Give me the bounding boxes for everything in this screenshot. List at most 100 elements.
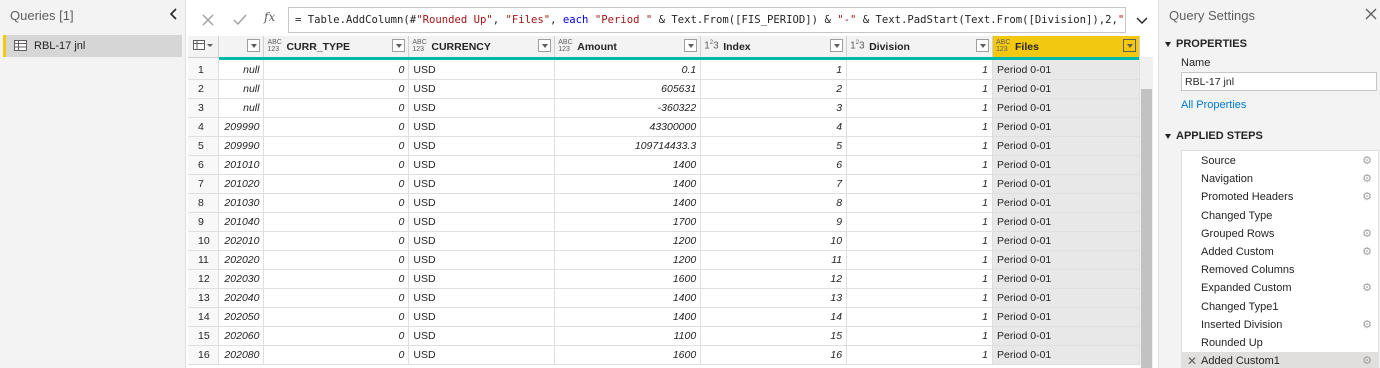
table-cell[interactable]: 0 [263, 269, 410, 289]
table-cell[interactable]: 16 [700, 345, 848, 365]
table-cell[interactable]: 201040 [218, 212, 265, 232]
table-cell[interactable]: 1400 [554, 174, 702, 194]
table-cell[interactable]: 209990 [218, 136, 265, 156]
table-cell[interactable]: Period 0-01 [992, 174, 1140, 194]
table-cell[interactable]: 11 [700, 250, 848, 270]
applied-steps-header[interactable]: APPLIED STEPS [1165, 130, 1263, 142]
table-cell[interactable]: null [218, 98, 265, 118]
table-cell[interactable]: USD [408, 345, 556, 365]
table-cell[interactable]: 1 [846, 174, 993, 194]
applied-step[interactable]: Promoted Headers ⚙ [1182, 188, 1378, 206]
row-number[interactable]: 14 [188, 307, 220, 327]
table-cell[interactable]: 12 [700, 269, 848, 289]
cancel-formula-button[interactable] [198, 11, 218, 29]
table-cell[interactable]: 1 [700, 57, 848, 80]
column-header-files[interactable]: ABC 123 Files [992, 36, 1140, 58]
table-cell[interactable]: 1400 [554, 193, 702, 213]
table-cell[interactable]: 13 [700, 288, 848, 308]
delete-step-icon[interactable]: ✕ [1187, 354, 1197, 368]
table-cell[interactable]: 1 [846, 117, 993, 137]
table-cell[interactable]: USD [408, 79, 556, 99]
table-cell[interactable]: 0 [263, 79, 410, 99]
column-header-untitled[interactable] [218, 36, 265, 58]
table-cell[interactable]: 209990 [218, 117, 265, 137]
gear-icon[interactable]: ⚙ [1362, 190, 1372, 203]
close-settings-button[interactable] [1364, 7, 1378, 21]
row-number[interactable]: 12 [188, 269, 220, 289]
table-cell[interactable]: 1 [846, 155, 993, 175]
table-cell[interactable]: -360322 [554, 98, 702, 118]
table-cell[interactable]: 7 [700, 174, 848, 194]
table-cell[interactable]: 0 [263, 57, 410, 80]
table-cell[interactable]: USD [408, 212, 556, 232]
table-cell[interactable]: 1400 [554, 155, 702, 175]
table-cell[interactable]: USD [408, 98, 556, 118]
gear-icon[interactable]: ⚙ [1362, 227, 1372, 240]
column-filter-button[interactable] [538, 39, 552, 52]
properties-section-header[interactable]: PROPERTIES [1165, 38, 1247, 50]
scrollbar-thumb[interactable] [1141, 89, 1152, 368]
gear-icon[interactable]: ⚙ [1362, 154, 1372, 167]
fx-icon[interactable]: fx [264, 10, 275, 24]
table-cell[interactable]: 10 [700, 231, 848, 251]
table-cell[interactable]: Period 0-01 [992, 98, 1140, 118]
applied-step[interactable]: Source ⚙ [1182, 152, 1378, 170]
table-cell[interactable]: Period 0-01 [992, 250, 1140, 270]
table-cell[interactable]: 1 [846, 79, 993, 99]
table-cell[interactable]: 1 [846, 136, 993, 156]
table-cell[interactable]: 43300000 [554, 117, 702, 137]
table-cell[interactable]: 1 [846, 307, 993, 327]
table-cell[interactable]: 1 [846, 326, 993, 346]
table-cell[interactable]: 201010 [218, 155, 265, 175]
column-filter-button[interactable] [830, 39, 844, 52]
table-cell[interactable]: 8 [700, 193, 848, 213]
table-cell[interactable]: 202020 [218, 250, 265, 270]
table-cell[interactable]: USD [408, 288, 556, 308]
table-cell[interactable]: 109714433.3 [554, 136, 702, 156]
table-cell[interactable]: USD [408, 174, 556, 194]
column-filter-button[interactable] [1123, 39, 1136, 52]
all-properties-link[interactable]: All Properties [1181, 99, 1246, 111]
table-cell[interactable]: 202030 [218, 269, 265, 289]
gear-icon[interactable]: ⚙ [1362, 172, 1372, 185]
table-cell[interactable]: 1100 [554, 326, 702, 346]
row-number[interactable]: 10 [188, 231, 220, 251]
table-cell[interactable]: USD [408, 155, 556, 175]
row-number[interactable]: 3 [188, 98, 220, 118]
table-cell[interactable]: 0 [263, 117, 410, 137]
table-cell[interactable]: 1600 [554, 345, 702, 365]
column-header-curr-type[interactable]: ABC 123 CURR_TYPE [263, 36, 410, 58]
table-cell[interactable]: 0 [263, 288, 410, 308]
table-cell[interactable]: 0 [263, 98, 410, 118]
applied-step[interactable]: Changed Type [1182, 207, 1378, 225]
table-cell[interactable]: USD [408, 117, 556, 137]
column-filter-button[interactable] [392, 39, 406, 52]
table-cell[interactable]: 14 [700, 307, 848, 327]
table-cell[interactable]: 0 [263, 345, 410, 365]
column-filter-button[interactable] [975, 39, 989, 52]
table-cell[interactable]: Period 0-01 [992, 231, 1140, 251]
applied-step[interactable]: Removed Columns [1182, 261, 1378, 279]
table-cell[interactable]: USD [408, 250, 556, 270]
table-cell[interactable]: USD [408, 307, 556, 327]
table-cell[interactable]: 1 [846, 250, 993, 270]
table-cell[interactable]: 0 [263, 326, 410, 346]
table-cell[interactable]: 201020 [218, 174, 265, 194]
row-number[interactable]: 5 [188, 136, 220, 156]
table-cell[interactable]: 1 [846, 193, 993, 213]
row-number[interactable]: 16 [188, 345, 220, 365]
gear-icon[interactable]: ⚙ [1362, 245, 1372, 258]
any-type-icon[interactable]: ABC 123 [412, 39, 426, 53]
table-cell[interactable]: 0 [263, 231, 410, 251]
table-cell[interactable]: 15 [700, 326, 848, 346]
table-cell[interactable]: 1 [846, 231, 993, 251]
column-header-division[interactable]: 123 Division [846, 36, 993, 58]
table-cell[interactable]: Period 0-01 [992, 155, 1140, 175]
gear-icon[interactable]: ⚙ [1362, 318, 1372, 331]
table-cell[interactable]: 0 [263, 193, 410, 213]
row-number[interactable]: 1 [188, 57, 220, 80]
table-cell[interactable]: Period 0-01 [992, 269, 1140, 289]
table-cell[interactable]: Period 0-01 [992, 117, 1140, 137]
table-cell[interactable]: 1400 [554, 307, 702, 327]
row-number[interactable]: 11 [188, 250, 220, 270]
